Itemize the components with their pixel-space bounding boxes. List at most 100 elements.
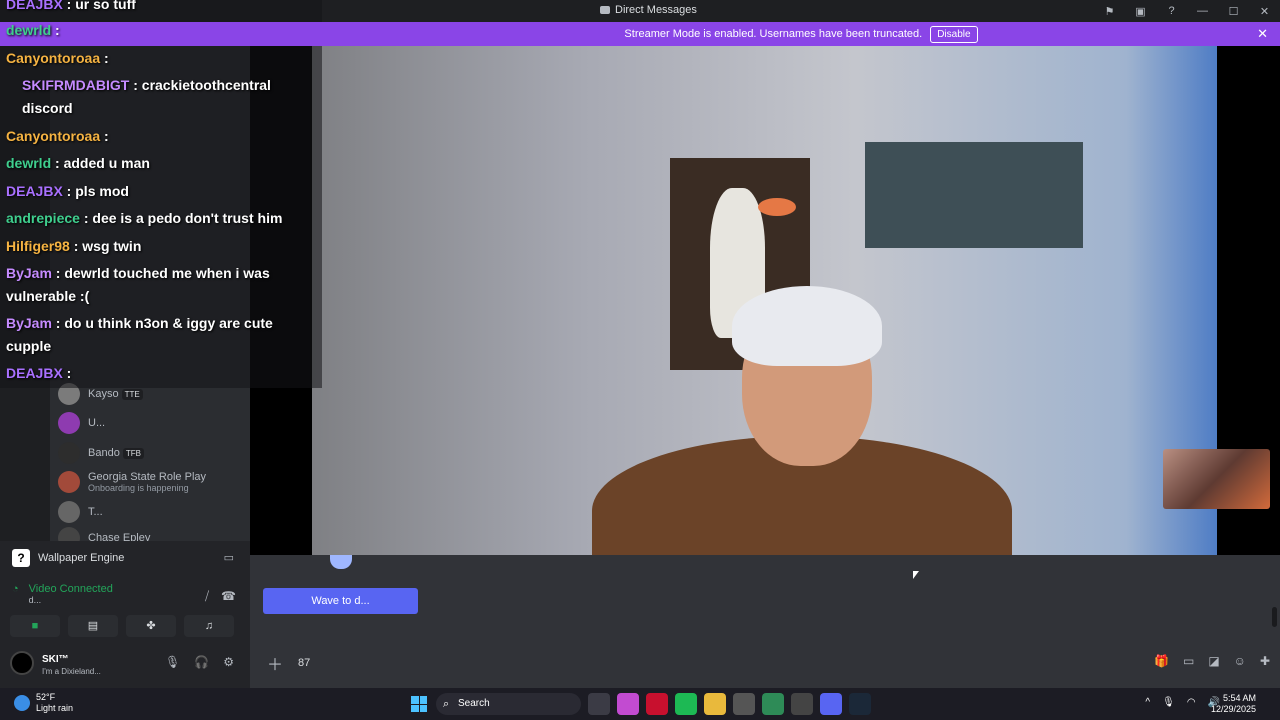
streamer-mode-message: Streamer Mode is enabled. Usernames have… (624, 28, 923, 40)
discord-icon[interactable] (820, 693, 842, 715)
app-icon[interactable] (791, 693, 813, 715)
opera-icon[interactable] (646, 693, 668, 715)
add-attachment-icon[interactable]: ＋ (260, 651, 290, 675)
chat-message: DEAJBX : ur so tuff (6, 0, 136, 16)
person-on-camera (592, 286, 1012, 555)
noise-suppression-icon[interactable]: ⧸ (205, 589, 209, 604)
disable-streamer-mode-button[interactable]: Disable (930, 25, 978, 43)
clock-date: 12/29/2025 (1210, 704, 1256, 714)
chat-text: dee is a pedo don't trust him (92, 210, 283, 226)
microphone-tray-icon[interactable]: 🎙 (1162, 697, 1175, 708)
direct-messages-icon (600, 6, 610, 14)
close-banner-icon[interactable]: ✕ (1257, 26, 1268, 42)
taskbar-search[interactable]: ⌕ Search (436, 693, 581, 715)
dm-item[interactable]: Chase Epley (58, 524, 248, 541)
task-view-icon[interactable] (588, 693, 610, 715)
chat-area: Wave to d... ＋ 87 🎁 ▭ ◪ ☺ ✚ (250, 555, 1280, 688)
message-composer[interactable]: ＋ 87 🎁 ▭ ◪ ☺ ✚ (260, 648, 1270, 678)
store-icon[interactable] (733, 693, 755, 715)
apps-icon[interactable]: ✚ (1260, 654, 1270, 668)
chat-message: dewrld : added u man (6, 155, 150, 171)
window-title-text: Direct Messages (615, 4, 697, 16)
camera-button[interactable]: ■ (10, 615, 60, 637)
dm-item-label: Bando (88, 447, 120, 459)
chat-message: Hilfiger98 : wsg twin (6, 238, 142, 254)
stream-chat-overlay: DEAJBX : ur so tuff dewrld : Canyontoroa… (0, 0, 322, 388)
gif-icon[interactable]: ▭ (1183, 654, 1194, 668)
title-bar-icons: ⚑ ▣ ? — ☐ ✕ (1094, 0, 1280, 22)
chat-user: ByJam (6, 265, 52, 281)
voice-buttons: ■ ▤ ✤ ♫ (10, 615, 234, 637)
screen-share-button[interactable]: ▤ (68, 615, 118, 637)
voice-connection: ◔ Video Connected d... (12, 583, 113, 605)
signal-icon[interactable]: ◔ (12, 583, 19, 605)
system-tray: ^ 🎙 ◠ 🔊 (1145, 697, 1220, 708)
weather-widget[interactable]: 52°F Light rain (14, 692, 73, 714)
inbox-icon[interactable]: ▣ (1125, 5, 1156, 18)
microphone-icon[interactable]: 🎙 (165, 655, 180, 669)
close-window-button[interactable]: ✕ (1249, 5, 1280, 18)
chat-user: ByJam (6, 315, 52, 331)
wifi-icon[interactable]: ◠ (1187, 697, 1196, 708)
scrollbar[interactable] (1272, 607, 1277, 627)
avatar (58, 412, 80, 434)
file-explorer-icon[interactable] (704, 693, 726, 715)
search-icon: ⌕ (443, 698, 450, 710)
chat-text: added u man (63, 155, 150, 171)
dm-item[interactable]: U... (58, 409, 248, 437)
help-icon[interactable]: ? (1156, 5, 1187, 17)
wumpus-icon (330, 555, 352, 569)
taskbar-apps (588, 693, 871, 715)
weather-temp: 52°F (36, 692, 56, 702)
chat-message: ByJam : dewrld touched me when i was vul… (6, 265, 270, 304)
window-title: Direct Messages (600, 4, 697, 16)
chat-message: Canyontoroaa : (6, 128, 109, 144)
minimize-button[interactable]: — (1187, 5, 1218, 17)
avatar (10, 650, 34, 675)
dm-item[interactable]: Bando TFB (58, 439, 248, 467)
emoji-icon[interactable]: ☺ (1234, 654, 1246, 668)
dm-item-label: Kayso (88, 388, 119, 400)
disconnect-icon[interactable]: ☎ (221, 589, 236, 604)
settings-gear-icon[interactable]: ⚙ (223, 655, 234, 669)
composer-text[interactable]: 87 (298, 657, 310, 669)
dm-item[interactable]: T... (58, 498, 248, 526)
headphones-icon[interactable]: 🎧 (194, 655, 209, 669)
start-button[interactable] (411, 696, 427, 712)
screen-share-icon[interactable]: ▭ (224, 551, 234, 564)
chat-message: ByJam : do u think n3on & iggy are cute … (6, 315, 273, 354)
chat-message: Canyontoroaa : (6, 50, 109, 66)
copilot-icon[interactable] (617, 693, 639, 715)
username: SKI™ (42, 654, 69, 665)
wallpaper-engine-activity: ? Wallpaper Engine (12, 549, 124, 567)
video-call-stage[interactable] (250, 46, 1280, 555)
chat-text: pls mod (75, 183, 129, 199)
headphones-cap (732, 286, 882, 366)
xbox-icon[interactable] (762, 693, 784, 715)
weather-icon (14, 695, 30, 711)
user-status: I'm a Dixieland... (42, 667, 101, 676)
dm-item[interactable]: Georgia State Role Play Onboarding is hap… (58, 468, 248, 496)
gift-icon[interactable]: 🎁 (1154, 654, 1169, 668)
soundboard-button[interactable]: ♫ (184, 615, 234, 637)
dm-item-tag: TTE (121, 389, 143, 400)
windows-taskbar: 52°F Light rain ⌕ Search ^ 🎙 ◠ 🔊 5:54 AM … (0, 688, 1280, 720)
sticker-icon[interactable]: ◪ (1208, 654, 1219, 668)
chat-user: SKIFRMDABIGT (22, 77, 130, 93)
flag-icon[interactable]: ⚑ (1094, 5, 1125, 18)
avatar (58, 527, 80, 541)
voice-channel[interactable]: d... (29, 595, 113, 605)
chat-user: DEAJBX (6, 183, 63, 199)
wave-button[interactable]: Wave to d... (263, 588, 418, 614)
activities-button[interactable]: ✤ (126, 615, 176, 637)
dm-item-label: Chase Epley (88, 532, 151, 541)
maximize-button[interactable]: ☐ (1218, 5, 1249, 18)
current-user[interactable]: SKI™ I'm a Dixieland... (10, 649, 101, 676)
tray-overflow-icon[interactable]: ^ (1145, 697, 1150, 708)
chat-message: dewrld : (6, 22, 60, 38)
steam-icon[interactable] (849, 693, 871, 715)
chat-message: SKIFRMDABIGT : crackietoothcentral disco… (22, 77, 271, 116)
spotify-icon[interactable] (675, 693, 697, 715)
picture-in-picture-video[interactable] (1163, 449, 1270, 509)
clock[interactable]: 5:54 AM 12/29/2025 (1211, 693, 1256, 715)
